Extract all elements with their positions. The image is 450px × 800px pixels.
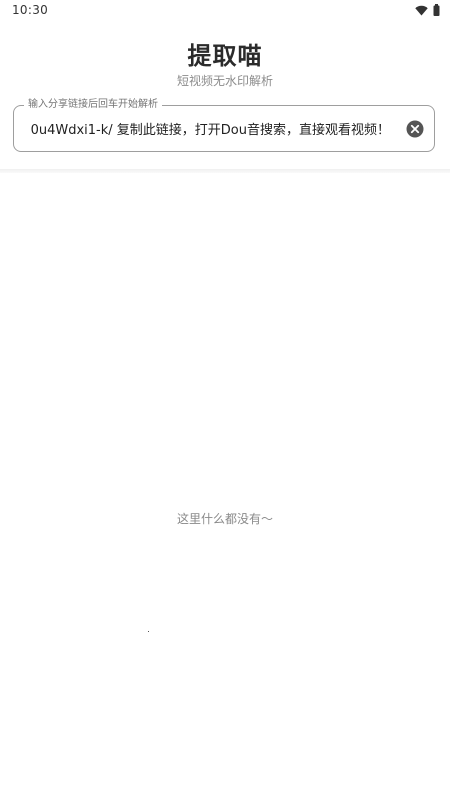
status-bar: 10:30 [0,0,450,22]
header-divider [0,169,450,173]
status-icons [415,4,440,16]
page-subtitle: 短视频无水印解析 [176,74,273,88]
share-link-value: g0u4Wdxi1-k/ 复制此链接，打开Dou音搜索，直接观看视频！ [30,123,390,138]
share-link-input[interactable]: g0u4Wdxi1-k/ 复制此链接，打开Dou音搜索，直接观看视频！ [30,119,390,139]
share-link-field[interactable]: 输入分享链接后回车开始解析 g0u4Wdxi1-k/ 复制此链接，打开Dou音搜… [13,98,435,152]
status-time: 10:30 [12,3,49,17]
battery-icon [433,4,440,16]
stray-dot [148,631,149,632]
wifi-icon [415,5,428,15]
share-link-label: 输入分享链接后回车开始解析 [24,98,162,112]
page-title: 提取喵 [187,42,263,70]
clear-circle-icon[interactable] [406,120,424,138]
empty-state-text: 这里什么都没有～ [176,512,273,526]
